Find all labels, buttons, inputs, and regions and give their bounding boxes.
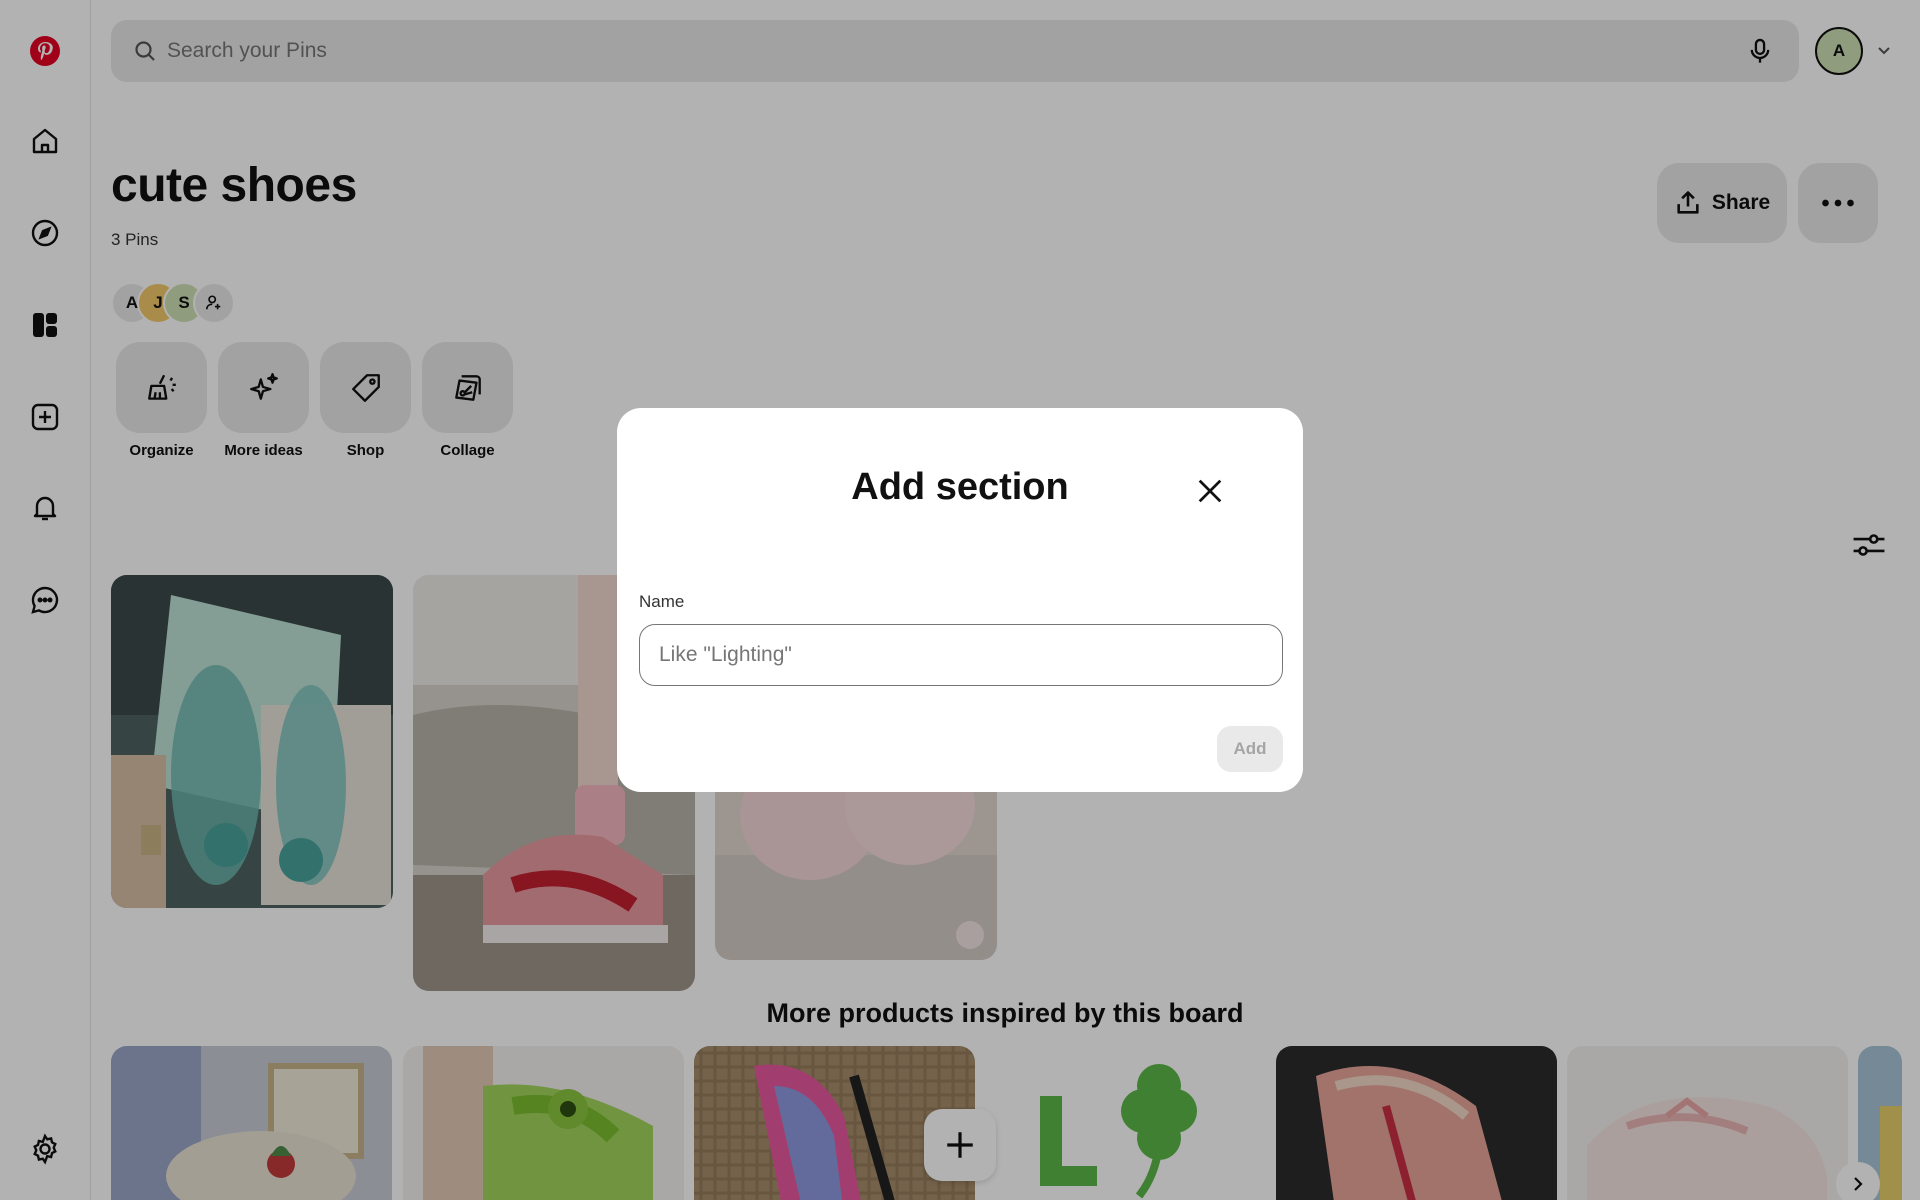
close-icon <box>1198 479 1222 503</box>
close-button[interactable] <box>1192 473 1228 509</box>
section-name-input[interactable] <box>639 624 1283 686</box>
name-field-label: Name <box>639 592 685 611</box>
add-button[interactable]: Add <box>1217 726 1283 772</box>
add-section-dialog: Add section Name Add <box>617 408 1303 792</box>
